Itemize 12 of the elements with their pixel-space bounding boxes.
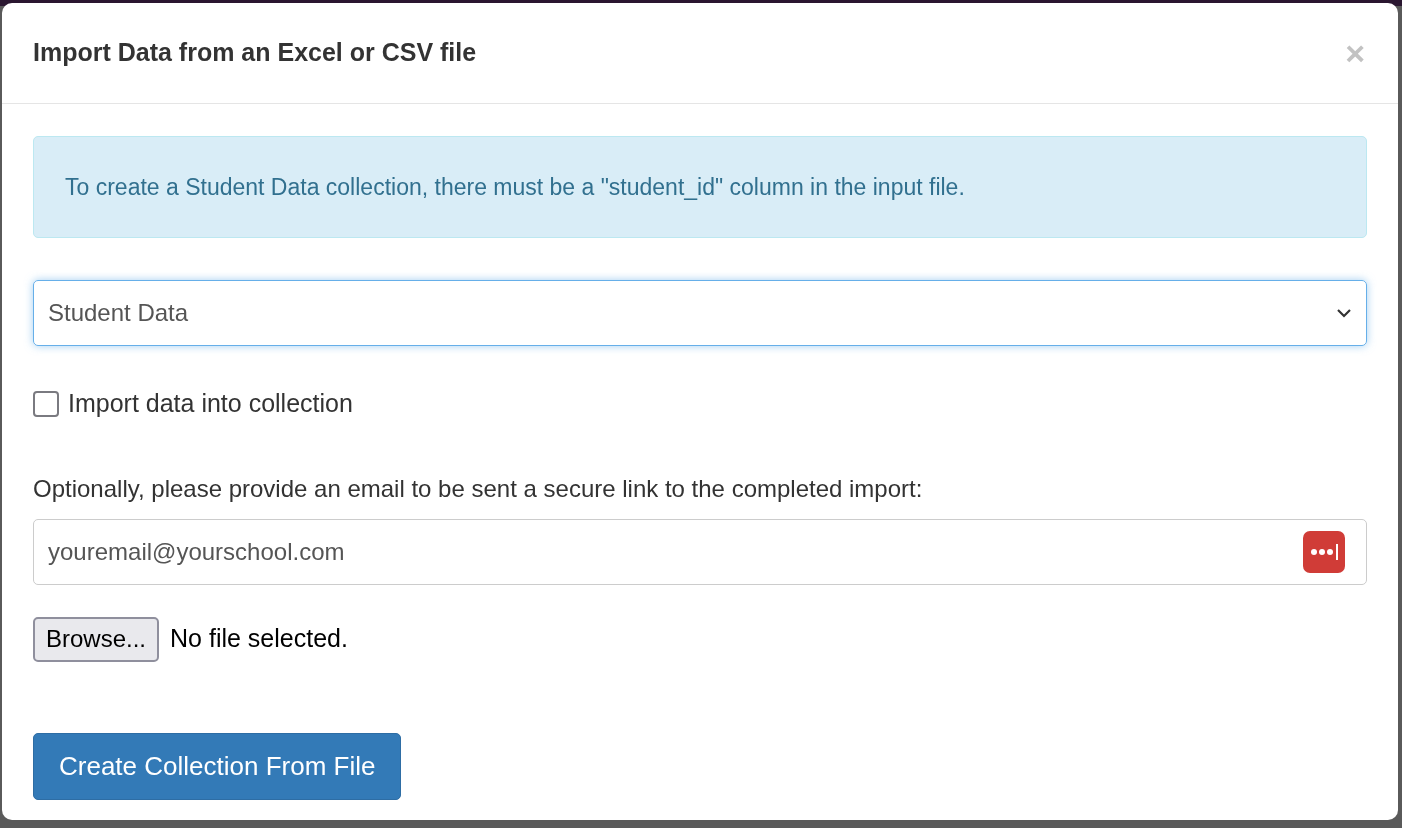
checkbox-label: Import data into collection: [68, 388, 353, 419]
checkbox[interactable]: [33, 390, 59, 417]
info-alert: To create a Student Data collection, there must be a "student_id" column in the input file.: [33, 136, 1367, 238]
create-collection-button[interactable]: Create Collection From File: [33, 732, 402, 800]
collection-select[interactable]: Student Data: [33, 280, 1367, 346]
chevron-down-icon: [1336, 308, 1352, 318]
browse-button[interactable]: Browse...: [33, 616, 160, 662]
dialog-title: Import Data from an Excel or CSV file: [33, 37, 477, 69]
file-status: No file selected.: [170, 623, 348, 655]
password-manager-icon[interactable]: [1303, 530, 1345, 573]
email-label: Optionally, please provide an email to be sent a secure link to the completed import:: [33, 473, 924, 504]
email-field[interactable]: youremail@yourschool.com: [33, 518, 1367, 585]
